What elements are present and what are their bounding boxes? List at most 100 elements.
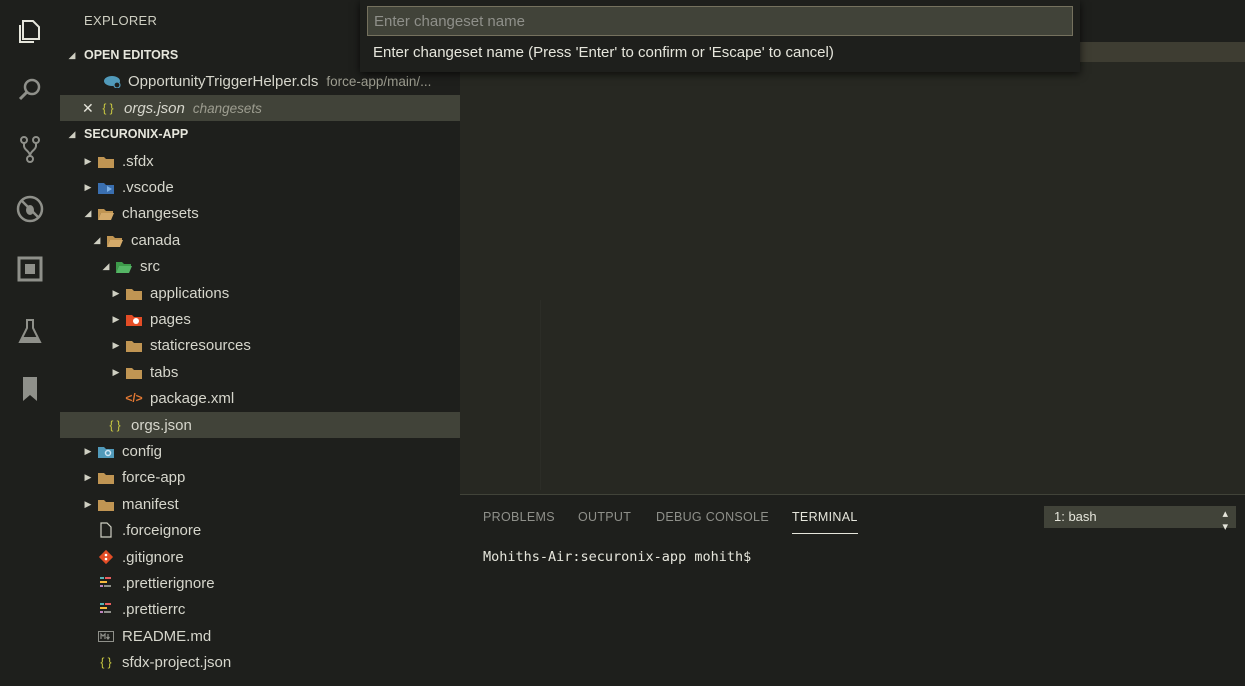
changeset-name-input[interactable] xyxy=(367,6,1073,36)
json-icon: { } xyxy=(100,655,112,669)
tree-item-manifest[interactable]: ▶ manifest xyxy=(60,491,460,517)
tree-item-label: .forceignore xyxy=(122,521,202,539)
open-editor-name: orgs.json xyxy=(124,99,185,117)
prettier-icon xyxy=(97,600,115,618)
tree-item-sfdx[interactable]: ▶ .sfdx xyxy=(60,148,460,174)
vscode-folder-icon xyxy=(97,178,115,196)
chevron-right-icon: ▶ xyxy=(84,445,92,456)
terminal-select[interactable]: 1: bash ▴ ▾ xyxy=(1044,506,1236,533)
tree-item-changesets[interactable]: ◢ changesets xyxy=(60,200,460,226)
tree-item-label: README.md xyxy=(122,627,212,645)
git-icon xyxy=(97,548,115,566)
folder-icon xyxy=(125,363,143,381)
chevron-down-icon: ◢ xyxy=(102,260,110,271)
files-icon[interactable] xyxy=(0,2,60,60)
tree-item-readme[interactable]: README.md xyxy=(60,623,460,649)
bookmark-icon[interactable] xyxy=(0,360,60,418)
tree-item-prettierrc[interactable]: .prettierrc xyxy=(60,596,460,622)
tree-item-sfdx-project[interactable]: { } sfdx-project.json xyxy=(60,649,460,675)
tab-debug-console[interactable]: DEBUG CONSOLE xyxy=(656,510,769,524)
src-folder-icon xyxy=(115,257,133,275)
extensions-icon[interactable] xyxy=(0,240,60,298)
terminal-prompt[interactable]: Mohiths-Air:securonix-app mohith$ xyxy=(483,549,751,565)
tree-item-label: pages xyxy=(150,310,191,328)
terminal-select-value: 1: bash xyxy=(1054,509,1097,524)
tree-item-tabs[interactable]: ▶ tabs xyxy=(60,359,460,385)
markdown-icon xyxy=(97,627,115,645)
tree-item-applications[interactable]: ▶ applications xyxy=(60,280,460,306)
quick-input-widget: Enter changeset name (Press 'Enter' to c… xyxy=(360,0,1080,72)
explorer-sidebar: EXPLORER ◢ OPEN EDITORS OpportunityTrigg… xyxy=(60,0,460,686)
tree-item-staticresources[interactable]: ▶ staticresources xyxy=(60,332,460,358)
tree-item-label: src xyxy=(140,257,160,275)
chevron-right-icon: ▶ xyxy=(112,366,120,377)
tree-item-label: .prettierignore xyxy=(122,574,215,592)
json-icon: { } xyxy=(109,418,121,432)
chevron-down-icon: ◢ xyxy=(93,234,101,245)
open-editor-desc: changesets xyxy=(192,100,262,116)
config-folder-icon xyxy=(97,442,115,460)
salesforce-cloud-icon xyxy=(103,72,121,90)
tree-item-src[interactable]: ◢ src xyxy=(60,253,460,279)
open-editor-name: OpportunityTriggerHelper.cls xyxy=(128,72,319,90)
tree-item-canada[interactable]: ◢ canada xyxy=(60,227,460,253)
folder-open-icon xyxy=(106,231,124,249)
editor-area xyxy=(460,0,1245,494)
tree-item-label: staticresources xyxy=(150,336,251,354)
folder-icon xyxy=(97,495,115,513)
project-heading: SECURONIX-APP xyxy=(84,127,189,141)
close-icon[interactable]: ✕ xyxy=(82,100,96,117)
file-icon xyxy=(97,521,115,539)
tree-item-label: package.xml xyxy=(150,389,235,407)
quick-input-message: Enter changeset name (Press 'Enter' to c… xyxy=(373,44,834,61)
select-arrows-icon: ▴ ▾ xyxy=(1222,508,1228,533)
tree-item-label: .vscode xyxy=(122,178,174,196)
tree-item-config[interactable]: ▶ config xyxy=(60,438,460,464)
chevron-right-icon: ▶ xyxy=(112,287,120,298)
tree-item-label: manifest xyxy=(122,495,179,513)
project-header[interactable]: ◢ SECURONIX-APP xyxy=(60,121,460,147)
tree-item-label: .gitignore xyxy=(122,548,184,566)
tree-item-force-app[interactable]: ▶ force-app xyxy=(60,464,460,490)
tab-problems[interactable]: PROBLEMS xyxy=(483,510,555,524)
debug-icon[interactable] xyxy=(0,180,60,238)
tree-item-label: sfdx-project.json xyxy=(122,653,232,671)
tree-item-gitignore[interactable]: .gitignore xyxy=(60,544,460,570)
chevron-right-icon: ▶ xyxy=(84,471,92,482)
open-editor-item[interactable]: ✕ { } orgs.json changesets xyxy=(60,95,460,121)
xml-icon: </> xyxy=(125,391,143,405)
explorer-title: EXPLORER xyxy=(84,13,158,28)
tree-item-label: orgs.json xyxy=(131,416,192,434)
tree-item-label: tabs xyxy=(150,363,179,381)
collapse-arrow-icon: ◢ xyxy=(68,128,76,139)
tree-item-vscode[interactable]: ▶ .vscode xyxy=(60,174,460,200)
folder-icon xyxy=(125,336,143,354)
folder-open-icon xyxy=(97,204,115,222)
open-editor-desc: force-app/main/... xyxy=(326,73,432,89)
prettier-icon xyxy=(97,574,115,592)
chevron-right-icon: ▶ xyxy=(84,155,92,166)
tree-item-package-xml[interactable]: </> package.xml xyxy=(60,385,460,411)
test-flask-icon[interactable] xyxy=(0,302,60,360)
chevron-down-icon: ◢ xyxy=(84,207,92,218)
chevron-right-icon: ▶ xyxy=(112,313,120,324)
tab-output[interactable]: OUTPUT xyxy=(578,510,631,524)
open-editors-heading: OPEN EDITORS xyxy=(84,48,179,62)
tree-item-prettierignore[interactable]: .prettierignore xyxy=(60,570,460,596)
source-control-icon[interactable] xyxy=(0,120,60,178)
tree-item-label: changesets xyxy=(122,204,199,222)
tree-item-pages[interactable]: ▶ pages xyxy=(60,306,460,332)
activity-bar xyxy=(0,0,60,686)
search-icon[interactable] xyxy=(0,61,60,119)
json-icon: { } xyxy=(102,101,114,115)
tree-item-orgs-json[interactable]: { } orgs.json xyxy=(60,412,460,438)
chevron-right-icon: ▶ xyxy=(84,498,92,509)
html-folder-icon xyxy=(125,310,143,328)
tree-item-forceignore[interactable]: .forceignore xyxy=(60,517,460,543)
collapse-arrow-icon: ◢ xyxy=(68,49,76,60)
indent-guide xyxy=(540,300,541,490)
active-tab-indicator xyxy=(792,533,858,534)
tree-item-label: .prettierrc xyxy=(122,600,186,618)
tree-item-label: force-app xyxy=(122,468,186,486)
tab-terminal[interactable]: TERMINAL xyxy=(792,510,858,524)
